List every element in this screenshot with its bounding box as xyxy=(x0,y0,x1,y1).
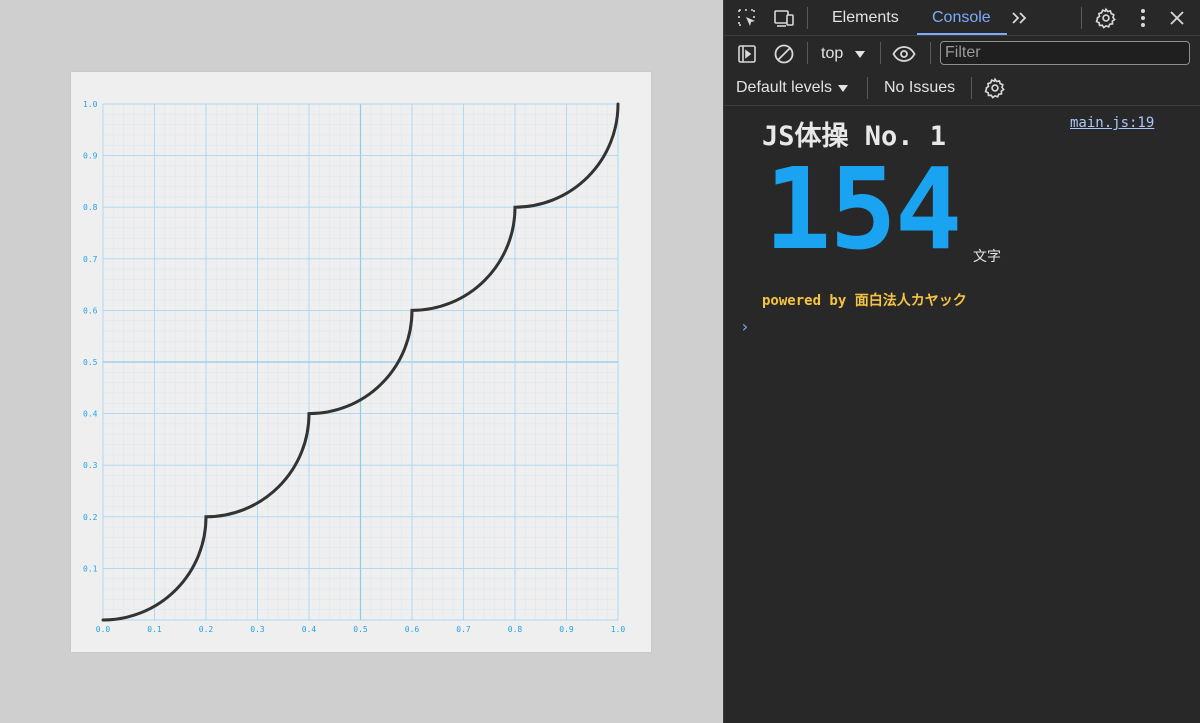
page-viewport: 0.0 0.1 0.2 0.3 0.4 0.5 0.6 0.7 0.8 0.9 1.0 0.1 0.2 0… xyxy=(0,0,723,723)
x-tick-label: 0.5 xyxy=(353,625,368,634)
x-tick-label: 0.0 xyxy=(96,625,111,634)
sidebar-toggle-icon[interactable] xyxy=(734,41,760,67)
close-icon[interactable] xyxy=(1164,5,1190,31)
log-levels-dropdown[interactable]: Default levels xyxy=(736,77,849,99)
devtools-tabbar: Elements Console xyxy=(724,0,1200,36)
x-tick-label: 0.4 xyxy=(302,625,317,634)
more-tabs-icon[interactable] xyxy=(1007,5,1033,31)
chart: 0.0 0.1 0.2 0.3 0.4 0.5 0.6 0.7 0.8 0.9 1.0 0.1 0.2 0… xyxy=(83,100,626,634)
y-tick-label: 0.3 xyxy=(83,461,98,470)
console-settings-gear-icon[interactable] xyxy=(982,75,1008,101)
tab-elements[interactable]: Elements xyxy=(832,0,899,35)
filter-input[interactable] xyxy=(940,41,1190,65)
divider xyxy=(1081,7,1082,29)
chevron-down-icon xyxy=(855,50,866,58)
clear-console-icon[interactable] xyxy=(771,41,797,67)
canvas-card: 0.0 0.1 0.2 0.3 0.4 0.5 0.6 0.7 0.8 0.9 1.0 0.1 0.2 0… xyxy=(71,72,651,652)
x-tick-label: 0.8 xyxy=(508,625,523,634)
y-tick-label: 0.9 xyxy=(83,152,98,161)
chevron-down-icon xyxy=(838,84,849,92)
divider xyxy=(867,77,868,99)
tab-console[interactable]: Console xyxy=(932,0,991,35)
context-selector[interactable]: top xyxy=(821,42,866,66)
divider xyxy=(724,105,1200,106)
y-tick-label: 0.6 xyxy=(83,306,98,315)
x-tick-label: 0.2 xyxy=(199,625,214,634)
x-tick-label: 1.0 xyxy=(611,625,626,634)
y-tick-label: 0.5 xyxy=(83,358,98,367)
active-tab-indicator xyxy=(917,33,1007,35)
y-tick-label: 0.8 xyxy=(83,203,98,212)
divider xyxy=(807,42,808,64)
y-tick-label: 0.4 xyxy=(83,410,98,419)
console-prompt-chevron-icon[interactable]: › xyxy=(740,317,750,336)
divider xyxy=(880,42,881,64)
issues-counter[interactable]: No Issues xyxy=(884,77,955,99)
y-tick-label: 0.1 xyxy=(83,564,98,573)
character-count: 154 xyxy=(764,145,962,275)
x-tick-label: 0.3 xyxy=(250,625,265,634)
y-tick-label: 1.0 xyxy=(83,100,98,109)
x-tick-label: 0.1 xyxy=(147,625,162,634)
devtools-panel: Elements Console top Filter Default leve… xyxy=(723,0,1200,723)
source-link[interactable]: main.js:19 xyxy=(1070,115,1154,131)
kebab-menu-icon[interactable] xyxy=(1130,5,1156,31)
divider xyxy=(930,42,931,64)
powered-by-text: powered by 面白法人カヤック xyxy=(762,293,967,309)
settings-gear-icon[interactable] xyxy=(1093,5,1119,31)
device-toolbar-icon[interactable] xyxy=(771,5,797,31)
context-label: top xyxy=(821,45,844,62)
x-tick-label: 0.9 xyxy=(559,625,574,634)
character-count-unit: 文字 xyxy=(973,249,1001,265)
inspect-element-icon[interactable] xyxy=(734,5,760,31)
y-tick-label: 0.2 xyxy=(83,513,98,522)
levels-label: Default levels xyxy=(736,79,833,96)
divider xyxy=(971,77,972,99)
live-expression-eye-icon[interactable] xyxy=(891,41,917,67)
x-tick-label: 0.7 xyxy=(456,625,471,634)
divider xyxy=(807,7,808,29)
y-tick-label: 0.7 xyxy=(83,255,98,264)
x-tick-label: 0.6 xyxy=(405,625,420,634)
